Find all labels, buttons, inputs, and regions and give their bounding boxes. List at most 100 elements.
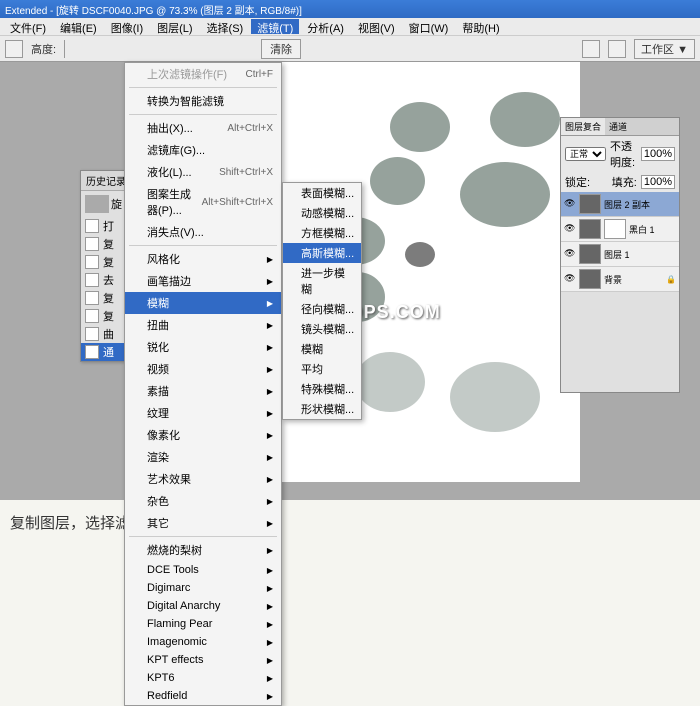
filter-menu-item[interactable]: 渲染▶ [125, 446, 281, 468]
history-step-icon [85, 309, 99, 323]
layer-thumb[interactable] [579, 244, 601, 264]
menu-item[interactable]: 图像(I) [105, 19, 149, 34]
lock-icon: 🔒 [666, 275, 676, 284]
layer-row[interactable]: 👁 图层 2 副本 [561, 192, 679, 217]
height-label: 高度: [31, 41, 56, 57]
blur-menu-item[interactable]: 镜头模糊... [283, 319, 361, 339]
blur-menu-item[interactable]: 进一步模糊 [283, 263, 361, 299]
menu-item[interactable]: 文件(F) [4, 19, 52, 34]
blur-menu-item[interactable]: 径向模糊... [283, 299, 361, 319]
history-step-icon [85, 273, 99, 287]
blend-mode-select[interactable]: 正常 [565, 147, 606, 161]
filter-menu-item[interactable]: 锐化▶ [125, 336, 281, 358]
filter-menu-item[interactable]: 视频▶ [125, 358, 281, 380]
visibility-icon[interactable]: 👁 [564, 273, 576, 285]
filter-menu-item: 上次滤镜操作(F)Ctrl+F [125, 63, 281, 85]
blur-menu-item[interactable]: 平均 [283, 359, 361, 379]
submenu-arrow-icon: ▶ [267, 602, 273, 611]
submenu-arrow-icon: ▶ [267, 431, 273, 440]
filter-menu-item[interactable]: Imagenomic▶ [125, 633, 281, 651]
blur-menu-item[interactable]: 高斯模糊... [283, 243, 361, 263]
visibility-icon[interactable]: 👁 [564, 223, 576, 235]
filter-menu-item[interactable]: KPT effects▶ [125, 651, 281, 669]
visibility-icon[interactable]: 👁 [564, 248, 576, 260]
menu-item[interactable]: 分析(A) [301, 19, 350, 34]
filter-menu-item[interactable]: 扭曲▶ [125, 314, 281, 336]
filter-menu-item[interactable]: 纹理▶ [125, 402, 281, 424]
filter-menu-item[interactable]: Redfield▶ [125, 687, 281, 705]
fill-label: 填充: [612, 174, 637, 190]
layer-thumb[interactable] [579, 269, 601, 289]
submenu-arrow-icon: ▶ [267, 453, 273, 462]
clear-button[interactable]: 清除 [261, 39, 301, 59]
filter-menu-item[interactable]: 滤镜库(G)... [125, 139, 281, 161]
filter-menu-item[interactable]: Digimarc▶ [125, 579, 281, 597]
submenu-arrow-icon: ▶ [267, 387, 273, 396]
menu-item[interactable]: 选择(S) [201, 19, 250, 34]
blur-menu-item[interactable]: 方框模糊... [283, 223, 361, 243]
layer-row[interactable]: 👁 背景🔒 [561, 267, 679, 292]
fill-value[interactable]: 100% [641, 175, 675, 189]
filter-menu-item[interactable]: 燃烧的梨树▶ [125, 539, 281, 561]
filter-menu-item[interactable]: Flaming Pear▶ [125, 615, 281, 633]
channels-tab[interactable]: 通道 [605, 118, 631, 135]
submenu-arrow-icon: ▶ [267, 546, 273, 555]
submenu-arrow-icon: ▶ [267, 365, 273, 374]
filter-menu-item[interactable]: 素描▶ [125, 380, 281, 402]
submenu-arrow-icon: ▶ [267, 656, 273, 665]
history-thumb[interactable] [85, 195, 109, 213]
filter-menu-item[interactable]: 风格化▶ [125, 248, 281, 270]
blur-menu-item[interactable]: 动感模糊... [283, 203, 361, 223]
filter-menu-item[interactable]: 杂色▶ [125, 490, 281, 512]
tool-icon[interactable] [5, 40, 23, 58]
filter-menu-item[interactable]: Digital Anarchy▶ [125, 597, 281, 615]
layer-row[interactable]: 👁 图层 1 [561, 242, 679, 267]
menu-item[interactable]: 图层(L) [151, 19, 198, 34]
layer-name[interactable]: 图层 1 [604, 248, 676, 261]
toolbar-icon[interactable] [582, 40, 600, 58]
blur-menu-item[interactable]: 模糊 [283, 339, 361, 359]
layer-mask-thumb[interactable] [604, 219, 626, 239]
blur-menu-item[interactable]: 表面模糊... [283, 183, 361, 203]
menu-item[interactable]: 编辑(E) [54, 19, 103, 34]
filter-menu-item[interactable]: 其它▶ [125, 512, 281, 534]
filter-menu-item[interactable]: 画笔描边▶ [125, 270, 281, 292]
lock-label: 锁定: [565, 174, 590, 190]
blur-menu-item[interactable]: 形状模糊... [283, 399, 361, 419]
workspace-dropdown[interactable]: 工作区 ▼ [634, 39, 695, 59]
menu-item[interactable]: 滤镜(T) [251, 19, 299, 34]
filter-menu-item[interactable]: KPT6▶ [125, 669, 281, 687]
workspace: 照片处理网 PHOTOPS.COM 历史记录 旋 打复复去复复曲通 上次滤镜操作… [0, 62, 700, 500]
filter-menu-item[interactable]: 转换为智能滤镜 [125, 90, 281, 112]
filter-menu-item[interactable]: 液化(L)...Shift+Ctrl+X [125, 161, 281, 183]
opacity-value[interactable]: 100% [641, 147, 675, 161]
toolbar-icon[interactable] [608, 40, 626, 58]
blur-menu-item[interactable]: 特殊模糊... [283, 379, 361, 399]
caption-text: 复制图层，选择滤镜/高斯模糊。 [0, 500, 700, 545]
filter-menu-item[interactable]: DCE Tools▶ [125, 561, 281, 579]
filter-menu-item[interactable]: 模糊▶ [125, 292, 281, 314]
filter-menu-item[interactable]: 图案生成器(P)...Alt+Shift+Ctrl+X [125, 183, 281, 221]
layer-row[interactable]: 👁 黑白 1 [561, 217, 679, 242]
submenu-arrow-icon: ▶ [267, 566, 273, 575]
layer-name[interactable]: 图层 2 副本 [604, 198, 676, 211]
layer-thumb[interactable] [579, 194, 601, 214]
layer-thumb[interactable] [579, 219, 601, 239]
layers-panel[interactable]: 图层复合 通道 正常 不透明度: 100% 锁定: 填充: 100% 👁图层 2… [560, 117, 680, 393]
filter-menu-item[interactable]: 像素化▶ [125, 424, 281, 446]
layers-tab[interactable]: 图层复合 [561, 118, 605, 135]
menu-item[interactable]: 窗口(W) [403, 19, 455, 34]
visibility-icon[interactable]: 👁 [564, 198, 576, 210]
blur-submenu: 表面模糊...动感模糊...方框模糊...高斯模糊...进一步模糊径向模糊...… [282, 182, 362, 420]
layers-tabs: 图层复合 通道 [561, 118, 679, 136]
history-step-icon [85, 255, 99, 269]
filter-menu-item[interactable]: 消失点(V)... [125, 221, 281, 243]
layer-name[interactable]: 黑白 1 [629, 223, 676, 236]
submenu-arrow-icon: ▶ [267, 321, 273, 330]
filter-menu-item[interactable]: 艺术效果▶ [125, 468, 281, 490]
menu-item[interactable]: 帮助(H) [456, 19, 505, 34]
layer-name[interactable]: 背景 [604, 273, 663, 286]
menu-item[interactable]: 视图(V) [352, 19, 401, 34]
menu-separator [129, 114, 277, 115]
filter-menu-item[interactable]: 抽出(X)...Alt+Ctrl+X [125, 117, 281, 139]
